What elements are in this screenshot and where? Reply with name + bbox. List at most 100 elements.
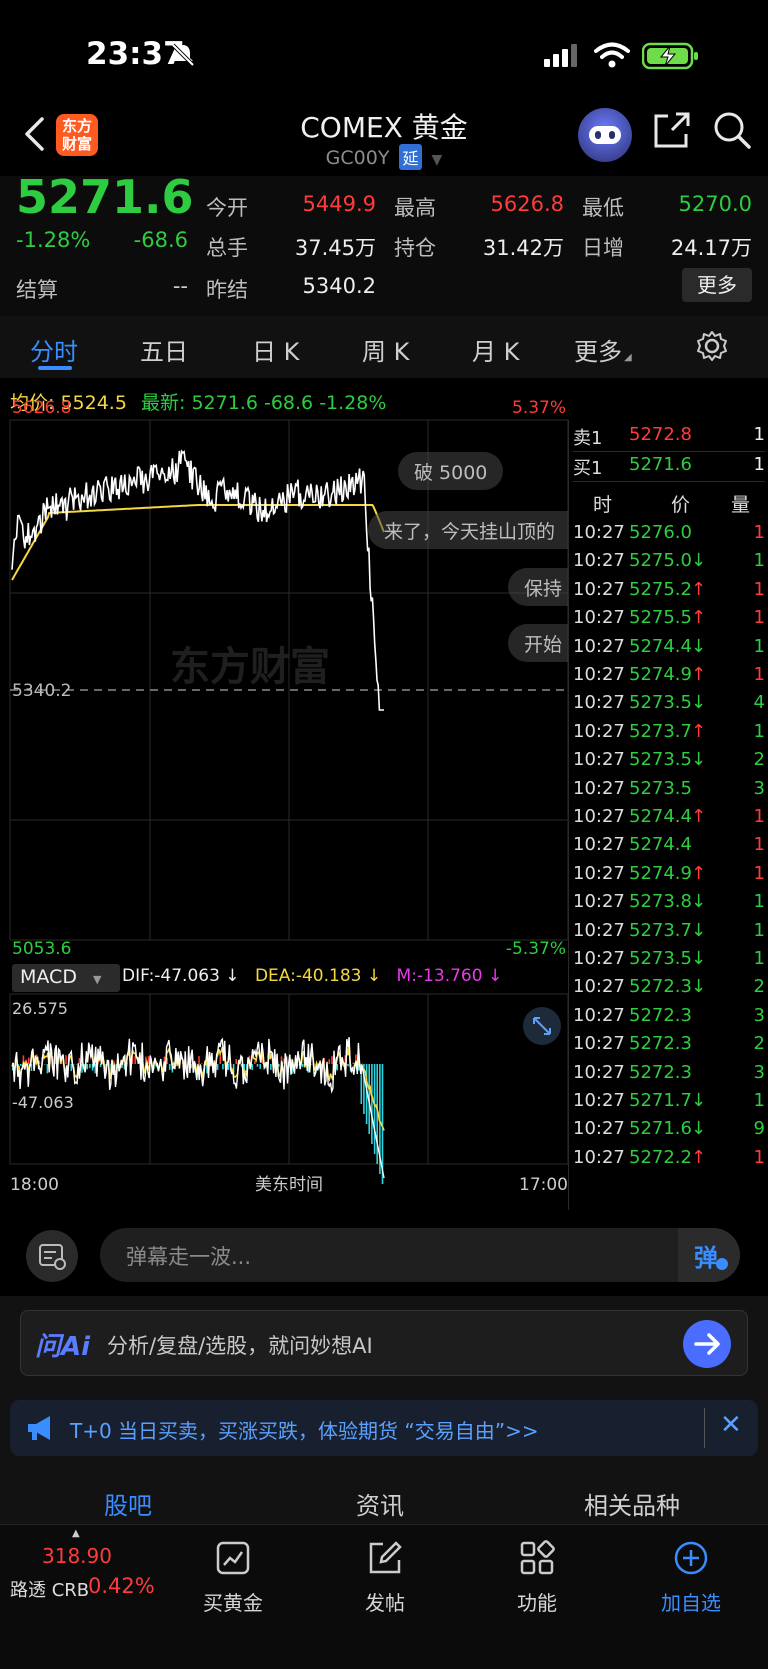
trade-row: 10:27 5273.5 ↓ 2 xyxy=(573,749,765,777)
share-icon[interactable] xyxy=(652,110,692,150)
arrow-down-icon: ↓ xyxy=(691,550,707,572)
nav-post[interactable]: 发帖 xyxy=(330,1540,440,1616)
trade-price: 5274.9 xyxy=(629,664,692,685)
nav-buy-gold[interactable]: 买黄金 xyxy=(178,1540,288,1616)
status-bar: 23:37 xyxy=(0,0,768,110)
tab-monthly-k[interactable]: 月 K xyxy=(472,332,519,367)
nav-add-watchlist-label: 加自选 xyxy=(661,1591,721,1615)
change-value: -68.6 xyxy=(133,228,188,252)
close-icon[interactable]: ✕ xyxy=(720,1410,742,1440)
section-tabs: 股吧 资讯 相关品种 xyxy=(0,1470,768,1526)
promo-banner[interactable]: T+0 当日买卖，买涨买跌，体验期货 “交易自由”>> ✕ xyxy=(10,1400,758,1456)
tab-related[interactable]: 相关品种 xyxy=(584,1486,680,1521)
ticker-widget[interactable]: ▲ 318.90 路透 CRB 0.42% xyxy=(0,1524,160,1624)
chevron-down-icon: ▼ xyxy=(93,973,102,986)
bid-price: 5271.6 xyxy=(629,454,692,475)
expand-icon[interactable] xyxy=(523,1007,561,1045)
tab-intraday[interactable]: 分时 xyxy=(30,332,78,367)
prev-settle-label: 昨结 xyxy=(206,278,248,302)
settle-label: 结算 xyxy=(16,278,58,302)
nav-add-watchlist[interactable]: 加自选 xyxy=(636,1540,746,1616)
macd-bar xyxy=(168,1064,171,1070)
arrow-down-icon: ↓ xyxy=(691,1118,707,1140)
plus-circle-icon xyxy=(674,1541,708,1575)
ai-send-button[interactable] xyxy=(683,1320,731,1368)
change-pct: -1.28% xyxy=(16,228,91,252)
macd-bar xyxy=(301,1064,304,1068)
edit-icon xyxy=(369,1541,402,1574)
order-book: 卖1 5272.8 1 买1 5271.6 1 时 价 量 10:27 5276.… xyxy=(568,420,768,1210)
tab-weekly-k[interactable]: 周 K xyxy=(362,332,409,367)
danmaku-settings-icon[interactable] xyxy=(26,1230,78,1282)
ai-input[interactable]: 问Ai 分析/复盘/选股，就问妙想AI xyxy=(20,1310,748,1376)
low-label: 最低 xyxy=(582,196,624,220)
macd-bar xyxy=(198,1056,200,1064)
danmaku-bubble: 来了，今天挂山顶的 xyxy=(368,511,568,549)
trade-time: 10:27 xyxy=(573,1090,625,1111)
danmaku-toggle-label: 弹 xyxy=(694,1244,718,1272)
header: 东方财富 COMEX 黄金 GC00Y 延 ▼ xyxy=(0,100,768,176)
trade-row: 10:27 5273.8 ↓ 1 xyxy=(573,891,765,919)
macd-bar xyxy=(89,1064,91,1069)
dea-line xyxy=(11,1045,385,1131)
trade-price: 5273.5 xyxy=(629,692,692,714)
ticker-value: 318.90 xyxy=(42,1544,112,1568)
promo-text: T+0 当日买卖，买涨买跌，体验期货 “交易自由”>> xyxy=(70,1419,539,1443)
trade-price: 5272.3 xyxy=(629,976,692,998)
nav-functions[interactable]: 功能 xyxy=(482,1540,592,1616)
grid-icon xyxy=(520,1540,555,1575)
trade-time: 10:27 xyxy=(573,550,625,572)
search-icon[interactable] xyxy=(712,110,752,150)
trade-row: 10:27 5274.9 ↑ 1 xyxy=(573,863,765,891)
arrow-up-icon: ↑ xyxy=(691,607,707,629)
y-top-label: 5626.8 xyxy=(12,398,71,418)
arrow-up-icon: ↑ xyxy=(691,806,707,827)
arrow-up-icon: ↑ xyxy=(691,862,707,884)
trade-qty: 3 xyxy=(753,1061,765,1083)
macd-bar xyxy=(78,1058,81,1064)
trade-time: 10:27 xyxy=(573,948,625,969)
trade-price: 5275.2 xyxy=(629,578,692,600)
trade-row: 10:27 5275.2 ↑ 1 xyxy=(573,579,765,607)
trade-qty: 1 xyxy=(753,664,765,685)
trade-price: 5273.5 xyxy=(629,777,692,799)
delay-badge: 延 xyxy=(399,144,422,170)
x-end-label: 17:00 xyxy=(519,1175,568,1195)
open-label: 今开 xyxy=(206,196,248,220)
tab-daily-k[interactable]: 日 K xyxy=(252,332,299,367)
gear-icon[interactable] xyxy=(696,330,728,362)
tab-more[interactable]: 更多 ◢ xyxy=(574,332,632,367)
arrow-down-icon: ↓ xyxy=(691,1090,707,1111)
macd-bar xyxy=(243,1064,245,1070)
trade-time: 10:27 xyxy=(573,919,625,941)
robot-avatar-icon[interactable] xyxy=(578,108,632,162)
trade-row: 10:27 5272.2 ↑ 1 xyxy=(573,1147,765,1175)
danmaku-toggle[interactable]: 弹 xyxy=(678,1228,740,1282)
trade-qty: 1 xyxy=(753,522,765,543)
trade-qty: 2 xyxy=(753,749,765,771)
trade-row: 10:27 5272.3 ↓ 2 xyxy=(573,976,765,1004)
arrow-down-icon: ↓ xyxy=(691,919,707,941)
ask-label: 卖1 xyxy=(573,428,603,449)
tab-news[interactable]: 资讯 xyxy=(356,1486,404,1521)
daily-inc-value: 24.17万 xyxy=(670,236,752,260)
arrow-down-icon: ↓ xyxy=(691,891,707,913)
triangle-up-icon: ▲ xyxy=(72,1528,80,1539)
danmaku-input[interactable]: 弹幕走一波... 弹 xyxy=(100,1228,740,1282)
macd-selector[interactable]: MACD ▼ xyxy=(12,964,120,992)
trade-price: 5274.4 xyxy=(629,806,692,827)
tab-five-day[interactable]: 五日 xyxy=(140,332,188,367)
promo-section: T+0 当日买卖，买涨买跌，体验期货 “交易自由”>> ✕ xyxy=(0,1388,768,1470)
trade-qty: 2 xyxy=(753,1033,765,1055)
macd-bar xyxy=(336,1064,339,1071)
trade-time: 10:27 xyxy=(573,1004,625,1026)
quote-panel: 5271.6 -1.28% -68.6 结算 -- 今开 5449.9 最高 5… xyxy=(0,170,768,316)
macd-bar xyxy=(235,1059,237,1064)
arrow-right-icon xyxy=(694,1333,720,1355)
macd-bar xyxy=(256,1064,259,1067)
tab-forum[interactable]: 股吧 xyxy=(104,1486,152,1521)
more-button[interactable]: 更多 xyxy=(682,268,752,302)
trade-qty: 1 xyxy=(753,948,765,969)
nav-buy-gold-label: 买黄金 xyxy=(203,1591,263,1615)
intraday-chart[interactable]: 东方财富 5626.8 5340.2 5053.6 5.37% -5.37% 2… xyxy=(0,380,570,1210)
